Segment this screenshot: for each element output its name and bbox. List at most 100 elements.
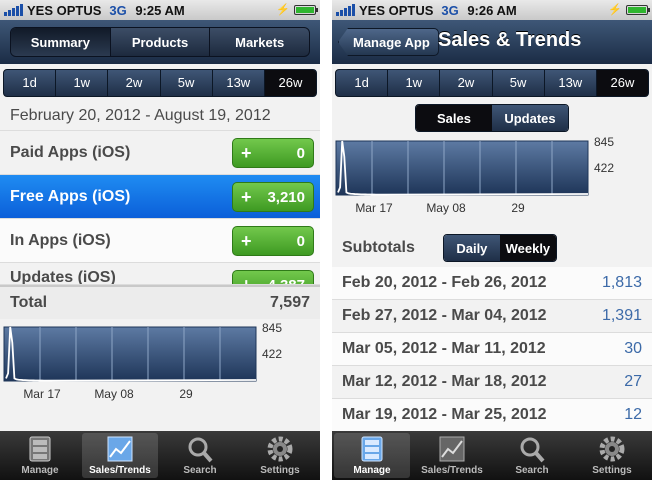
tab-bar: Manage Sales/Trends Search Settings bbox=[0, 431, 320, 480]
toggle-weekly[interactable]: Weekly bbox=[499, 235, 556, 261]
clock: 9:26 AM bbox=[467, 2, 517, 18]
in-apps-count-button[interactable]: +0 bbox=[232, 226, 314, 256]
battery-icon bbox=[294, 5, 318, 15]
row-updates[interactable]: Updates (iOS) +4,387 bbox=[0, 263, 320, 285]
period-selector: 1d 1w 2w 5w 13w 26w bbox=[335, 68, 649, 97]
cabinet-icon bbox=[29, 436, 51, 462]
segment-products[interactable]: Products bbox=[109, 28, 210, 56]
tab-search[interactable]: Search bbox=[162, 433, 238, 478]
total-value: 7,597 bbox=[269, 294, 310, 311]
x-axis-label: 29 bbox=[511, 201, 525, 215]
plus-icon: + bbox=[241, 142, 252, 163]
view-segmented-control: Summary Products Markets bbox=[10, 27, 310, 57]
period-1d[interactable]: 1d bbox=[4, 70, 55, 96]
date-range: February 20, 2012 - August 19, 2012 bbox=[0, 101, 320, 131]
x-axis-label: May 08 bbox=[426, 201, 466, 215]
sales-chart-svg: 845 422 Mar 17 May 08 29 bbox=[335, 135, 614, 215]
row-in-apps[interactable]: In Apps (iOS) +0 bbox=[0, 219, 320, 263]
subtotal-row[interactable]: Feb 20, 2012 - Feb 26, 2012 1,813 bbox=[332, 267, 652, 300]
segment-summary[interactable]: Summary bbox=[11, 28, 110, 56]
page-title: Sales & Trends bbox=[438, 29, 582, 51]
period-1w[interactable]: 1w bbox=[387, 69, 439, 96]
gear-icon bbox=[267, 436, 293, 462]
row-label: Updates (iOS) bbox=[10, 269, 116, 285]
tab-manage[interactable]: Manage bbox=[2, 433, 78, 478]
x-axis-label: Mar 17 bbox=[23, 387, 61, 401]
period-bar: 1d 1w 2w 5w 13w 26w bbox=[0, 64, 320, 101]
updates-count-button[interactable]: +4,387 bbox=[232, 270, 314, 285]
chart-plot-area bbox=[335, 140, 589, 196]
nav-bar: Summary Products Markets bbox=[0, 20, 320, 64]
charging-icon: ⚡ bbox=[276, 4, 290, 16]
y-axis-label: 845 bbox=[594, 135, 614, 149]
chart-icon bbox=[107, 436, 133, 462]
free-apps-count-button[interactable]: +3,210 bbox=[232, 182, 314, 212]
toggle-updates[interactable]: Updates bbox=[492, 105, 568, 131]
tab-sales-trends[interactable]: Sales/Trends bbox=[82, 433, 158, 478]
paid-apps-count-button[interactable]: +0 bbox=[232, 138, 314, 168]
period-13w[interactable]: 13w bbox=[211, 69, 264, 96]
period-5w[interactable]: 5w bbox=[491, 69, 544, 96]
period-5w[interactable]: 5w bbox=[159, 69, 212, 96]
subtotal-row[interactable]: Mar 12, 2012 - Mar 18, 2012 27 bbox=[332, 366, 652, 399]
tab-settings[interactable]: Settings bbox=[242, 433, 318, 478]
segment-markets[interactable]: Markets bbox=[209, 28, 309, 56]
search-icon bbox=[188, 437, 213, 463]
period-selector: 1d 1w 2w 5w 13w 26w bbox=[3, 68, 317, 97]
sales-chart-svg: 845 422 Mar 17 May 08 29 bbox=[3, 321, 282, 401]
y-axis-label: 422 bbox=[262, 347, 282, 361]
x-axis-label: 29 bbox=[179, 387, 193, 401]
tab-search[interactable]: Search bbox=[494, 433, 570, 478]
subtotal-row[interactable]: Feb 27, 2012 - Mar 04, 2012 1,391 bbox=[332, 300, 652, 333]
total-label: Total bbox=[10, 294, 48, 311]
period-1d[interactable]: 1d bbox=[336, 70, 387, 96]
plus-icon: + bbox=[241, 274, 252, 285]
sales-updates-toggle-bar: Sales Updates bbox=[332, 103, 652, 133]
cabinet-icon bbox=[361, 436, 383, 462]
subtotal-row[interactable]: Mar 19, 2012 - Mar 25, 2012 12 bbox=[332, 399, 652, 432]
row-label: Free Apps (iOS) bbox=[10, 187, 131, 205]
period-2w[interactable]: 2w bbox=[439, 69, 491, 96]
battery-icon bbox=[626, 5, 650, 15]
period-1w[interactable]: 1w bbox=[55, 69, 107, 96]
y-axis-label: 422 bbox=[594, 161, 614, 175]
plus-icon: + bbox=[241, 186, 252, 207]
subtotals-list: Feb 20, 2012 - Feb 26, 2012 1,813 Feb 27,… bbox=[332, 267, 652, 432]
tab-bar: Manage Sales/Trends Search Settings bbox=[332, 431, 652, 480]
period-13w[interactable]: 13w bbox=[543, 69, 596, 96]
back-button[interactable]: Manage App bbox=[338, 28, 439, 56]
plus-icon: + bbox=[241, 230, 252, 251]
x-axis-label: May 08 bbox=[94, 387, 134, 401]
total-row: Total 7,597 bbox=[0, 285, 320, 319]
tab-sales-trends[interactable]: Sales/Trends bbox=[414, 433, 490, 478]
y-axis-label: 845 bbox=[262, 321, 282, 335]
chart-plot-area bbox=[3, 326, 257, 382]
subtotal-row[interactable]: Mar 05, 2012 - Mar 11, 2012 30 bbox=[332, 333, 652, 366]
sales-chart[interactable]: 845 422 Mar 17 May 08 29 bbox=[0, 319, 320, 419]
x-axis-label: Mar 17 bbox=[355, 201, 393, 215]
clock: 9:25 AM bbox=[135, 2, 185, 18]
period-2w[interactable]: 2w bbox=[107, 69, 159, 96]
status-bar: YES OPTUS 3G 9:26 AM ⚡ bbox=[332, 0, 652, 20]
daily-weekly-toggle: Daily Weekly bbox=[442, 234, 557, 262]
period-26w[interactable]: 26w bbox=[263, 69, 316, 96]
nav-bar: Manage App Sales & Trends bbox=[332, 20, 652, 64]
tab-manage[interactable]: Manage bbox=[334, 433, 410, 478]
sales-updates-toggle: Sales Updates bbox=[415, 104, 569, 132]
gear-icon bbox=[599, 436, 625, 462]
toggle-sales[interactable]: Sales bbox=[416, 105, 492, 131]
row-free-apps[interactable]: Free Apps (iOS) +3,210 bbox=[0, 175, 320, 219]
row-label: In Apps (iOS) bbox=[10, 231, 111, 249]
subtotals-label: Subtotals bbox=[342, 239, 415, 256]
subtotals-header: Subtotals Daily Weekly bbox=[332, 229, 652, 267]
chart-icon bbox=[439, 436, 465, 462]
period-26w[interactable]: 26w bbox=[595, 69, 648, 96]
status-bar: YES OPTUS 3G 9:25 AM ⚡ bbox=[0, 0, 320, 20]
tab-settings[interactable]: Settings bbox=[574, 433, 650, 478]
row-label: Paid Apps (iOS) bbox=[10, 143, 131, 161]
toggle-daily[interactable]: Daily bbox=[443, 235, 500, 261]
search-icon bbox=[520, 437, 545, 463]
sales-chart[interactable]: 845 422 Mar 17 May 08 29 bbox=[332, 133, 652, 229]
period-bar: 1d 1w 2w 5w 13w 26w bbox=[332, 64, 652, 101]
row-paid-apps[interactable]: Paid Apps (iOS) +0 bbox=[0, 131, 320, 175]
